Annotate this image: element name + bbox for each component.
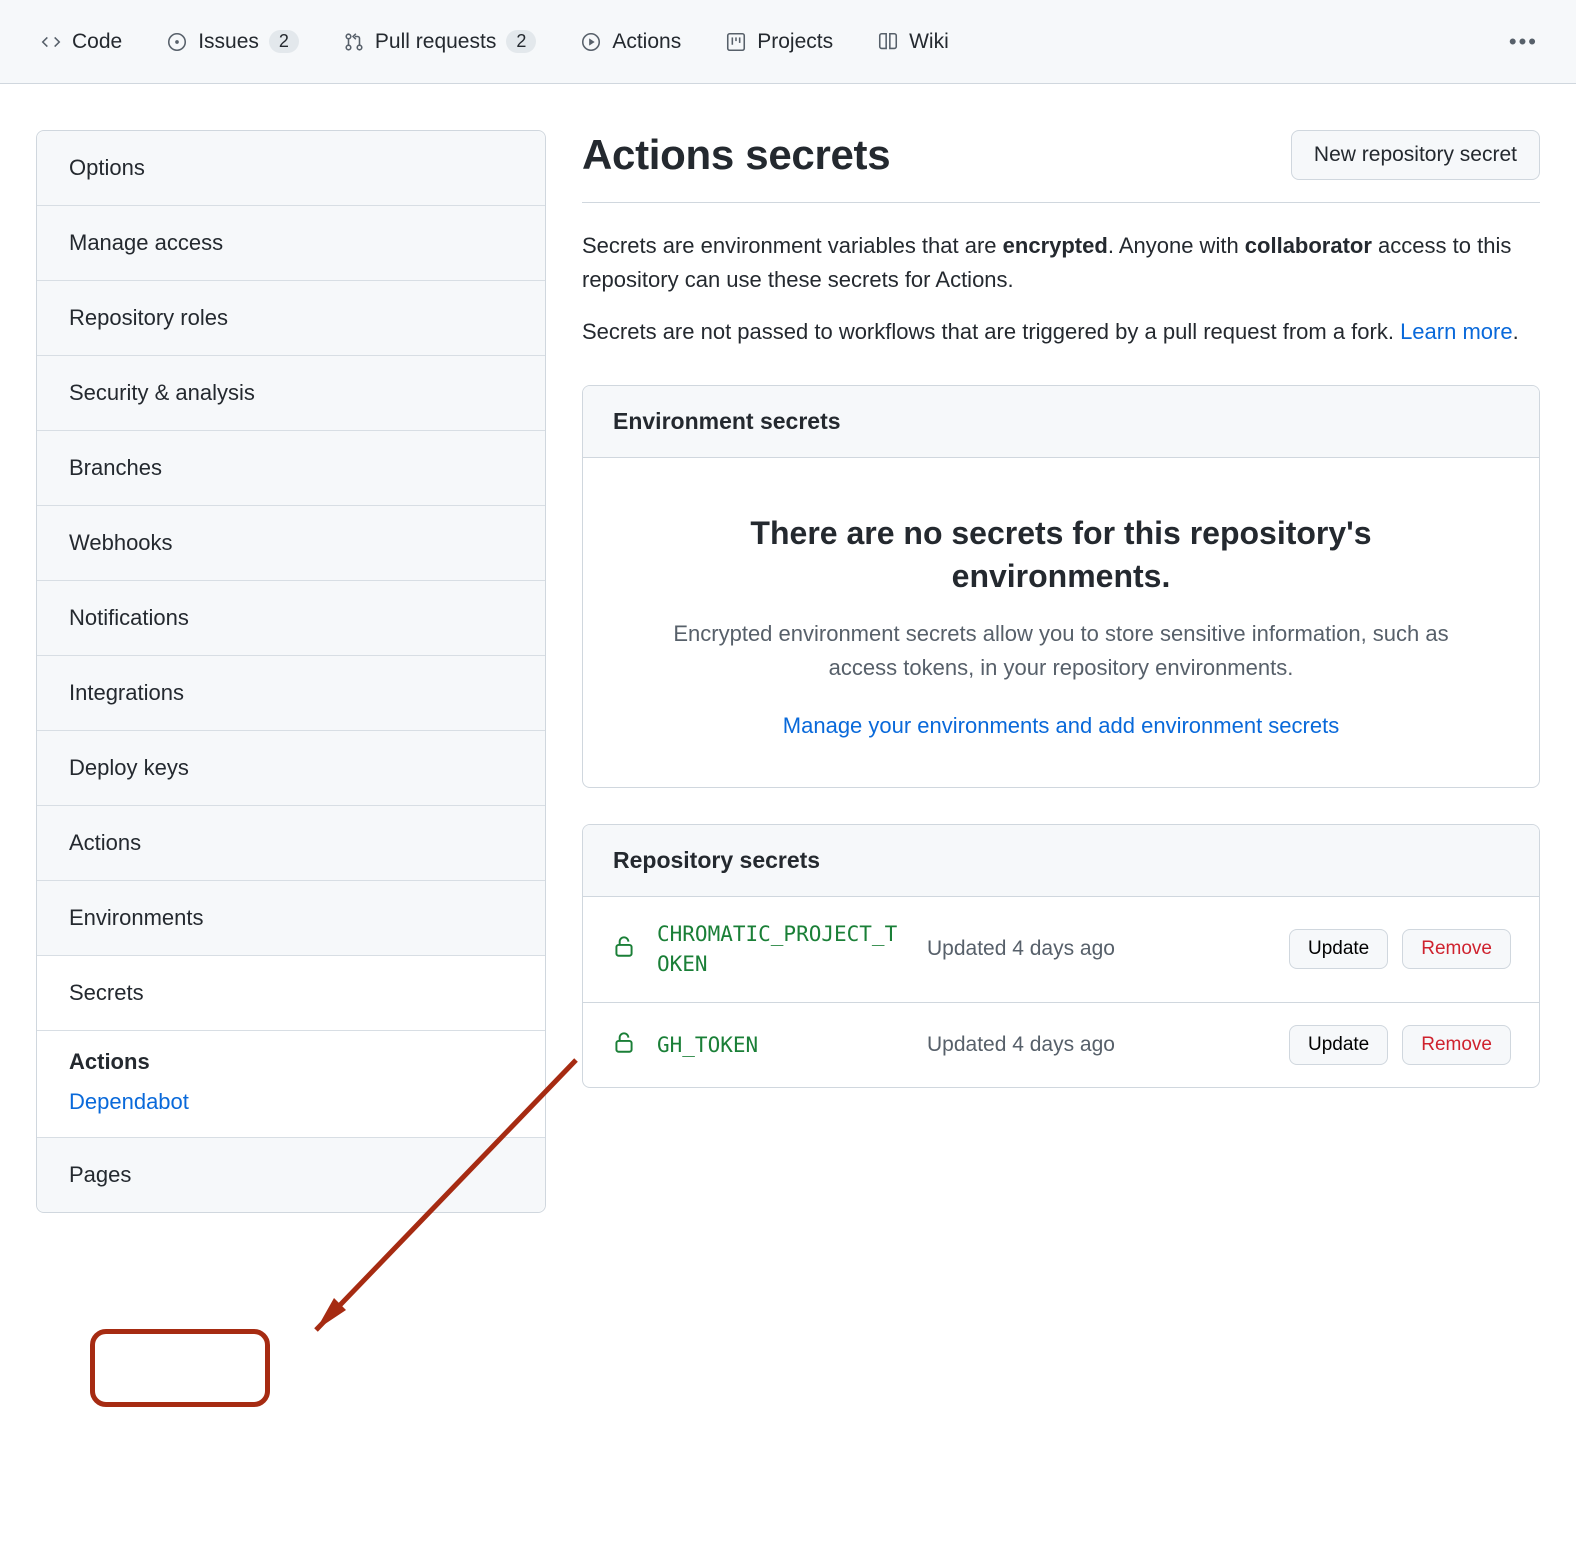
tab-pull-requests[interactable]: Pull requests 2 [327, 18, 552, 66]
repo-panel-heading: Repository secrets [583, 825, 1539, 897]
main-content: Actions secrets New repository secret Se… [582, 130, 1540, 1213]
env-blankslate: There are no secrets for this repository… [583, 458, 1539, 787]
lock-icon [611, 1029, 637, 1061]
description-line-1: Secrets are environment variables that a… [582, 229, 1540, 297]
secret-row: GH_TOKEN Updated 4 days ago Update Remov… [583, 1003, 1539, 1087]
sidebar-item-pages[interactable]: Pages [37, 1138, 545, 1212]
code-icon [40, 31, 62, 53]
secret-name: GH_TOKEN [657, 1030, 907, 1060]
new-secret-button[interactable]: New repository secret [1291, 130, 1540, 180]
tab-actions[interactable]: Actions [564, 18, 697, 66]
sidebar-sub-dependabot[interactable]: Dependabot [69, 1089, 513, 1115]
tab-projects[interactable]: Projects [709, 18, 849, 66]
sidebar-item-actions[interactable]: Actions [37, 806, 545, 881]
sidebar-item-secrets[interactable]: Secrets [37, 956, 545, 1031]
repo-nav: Code Issues 2 Pull requests 2 Actions Pr… [0, 0, 1576, 84]
sidebar-secrets-subsection: Actions Dependabot [37, 1031, 545, 1138]
tab-label: Code [72, 30, 122, 54]
tab-label: Issues [198, 30, 259, 54]
book-icon [877, 31, 899, 53]
secret-updated: Updated 4 days ago [927, 1030, 1269, 1060]
environment-secrets-panel: Environment secrets There are no secrets… [582, 385, 1540, 788]
sidebar-item-options[interactable]: Options [37, 131, 545, 206]
update-secret-button[interactable]: Update [1289, 929, 1388, 969]
blankslate-title: There are no secrets for this repository… [643, 512, 1479, 598]
tab-wiki[interactable]: Wiki [861, 18, 965, 66]
page-title: Actions secrets [582, 131, 890, 179]
sidebar-item-branches[interactable]: Branches [37, 431, 545, 506]
tab-label: Actions [612, 30, 681, 54]
sidebar-item-manage-access[interactable]: Manage access [37, 206, 545, 281]
sidebar-item-deploy-keys[interactable]: Deploy keys [37, 731, 545, 806]
project-icon [725, 31, 747, 53]
remove-secret-button[interactable]: Remove [1402, 1025, 1511, 1065]
learn-more-link[interactable]: Learn more [1400, 319, 1513, 344]
issue-icon [166, 31, 188, 53]
play-icon [580, 31, 602, 53]
env-panel-heading: Environment secrets [583, 386, 1539, 458]
pull-request-icon [343, 31, 365, 53]
sidebar-item-repository-roles[interactable]: Repository roles [37, 281, 545, 356]
lock-icon [611, 933, 637, 965]
sidebar-sub-heading: Actions [69, 1049, 513, 1075]
tab-label: Wiki [909, 30, 949, 54]
pr-count: 2 [506, 30, 536, 53]
secret-name: CHROMATIC_PROJECT_TOKEN [657, 919, 907, 980]
description-line-2: Secrets are not passed to workflows that… [582, 315, 1540, 349]
sidebar-item-security-analysis[interactable]: Security & analysis [37, 356, 545, 431]
secret-row: CHROMATIC_PROJECT_TOKEN Updated 4 days a… [583, 897, 1539, 1003]
settings-sidebar: Options Manage access Repository roles S… [36, 130, 546, 1213]
tab-issues[interactable]: Issues 2 [150, 18, 315, 66]
sidebar-item-notifications[interactable]: Notifications [37, 581, 545, 656]
issues-count: 2 [269, 30, 299, 53]
remove-secret-button[interactable]: Remove [1402, 929, 1511, 969]
more-menu[interactable]: ••• [1495, 21, 1552, 63]
sidebar-item-webhooks[interactable]: Webhooks [37, 506, 545, 581]
annotation-highlight [90, 1329, 270, 1407]
tab-label: Projects [757, 30, 833, 54]
tab-code[interactable]: Code [24, 18, 138, 66]
sidebar-item-integrations[interactable]: Integrations [37, 656, 545, 731]
manage-environments-link[interactable]: Manage your environments and add environ… [783, 713, 1339, 738]
update-secret-button[interactable]: Update [1289, 1025, 1388, 1065]
repository-secrets-panel: Repository secrets CHROMATIC_PROJECT_TOK… [582, 824, 1540, 1088]
tab-label: Pull requests [375, 30, 496, 54]
blankslate-description: Encrypted environment secrets allow you … [643, 617, 1479, 685]
sidebar-item-environments[interactable]: Environments [37, 881, 545, 956]
secret-updated: Updated 4 days ago [927, 934, 1269, 964]
